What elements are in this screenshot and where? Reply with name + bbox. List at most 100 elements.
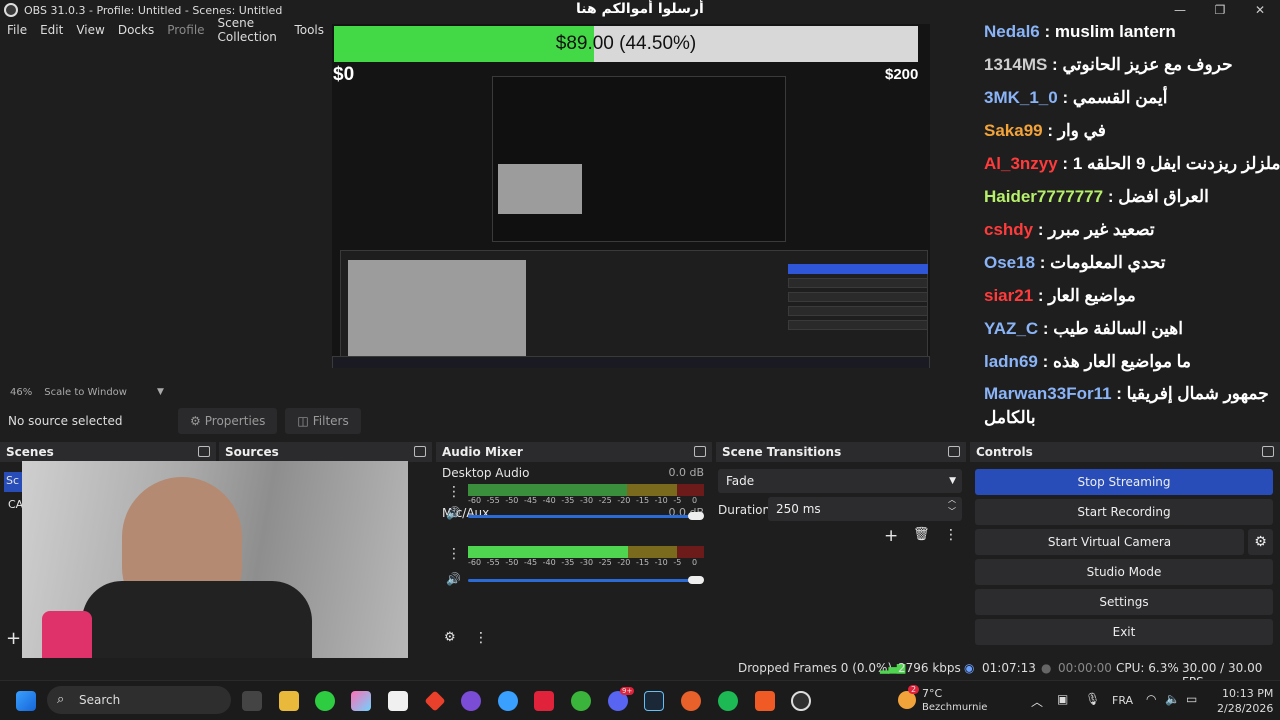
chevron-up-icon[interactable]: ︿ [1031, 693, 1043, 710]
microphone-icon[interactable]: 🎙 [1085, 692, 1100, 706]
transition-select[interactable]: Fade ▼ [718, 469, 962, 493]
language-indicator[interactable]: FRA [1112, 694, 1133, 707]
undock-icon[interactable] [694, 446, 706, 457]
undock-icon[interactable] [1262, 446, 1274, 457]
minimize-button[interactable]: — [1160, 0, 1200, 20]
tray-app-icon[interactable]: ▣ [1057, 692, 1068, 706]
chat-separator: : [1037, 352, 1053, 371]
menu-view[interactable]: View [69, 23, 110, 37]
desktop-audio-volume-slider[interactable] [468, 515, 696, 518]
maximize-button[interactable]: ❐ [1200, 0, 1240, 20]
copilot-icon[interactable] [351, 691, 371, 711]
app-icon[interactable] [534, 691, 554, 711]
meter-yellow [627, 546, 677, 554]
wifi-icon[interactable]: ◠ [1146, 692, 1156, 706]
chat-username: 3MK_1_0 [984, 88, 1058, 107]
menu-profile[interactable]: Profile [160, 23, 210, 37]
app-icon[interactable] [681, 691, 701, 711]
menu-file[interactable]: File [0, 23, 33, 37]
duration-spinbox[interactable]: 250 ms ︿ ﹀ [768, 494, 962, 521]
start-recording-button[interactable]: Start Recording [975, 499, 1273, 525]
store-icon[interactable] [388, 691, 408, 711]
volume-icon[interactable]: 🔈 [1165, 692, 1180, 706]
undock-icon[interactable] [198, 446, 210, 457]
studio-mode-button[interactable]: Studio Mode [975, 559, 1273, 585]
menu-scene-collection[interactable]: Scene Collection [211, 16, 288, 44]
source-toolbar: No source selected ⚙ Properties ◫ Filters [0, 404, 975, 438]
meter-scale-label: -40 [542, 496, 556, 505]
mic-aux-volume-slider[interactable] [468, 579, 696, 582]
chat-separator: : [1038, 319, 1054, 338]
properties-button[interactable]: ⚙ Properties [178, 408, 278, 434]
utorrent-icon[interactable] [571, 691, 591, 711]
zoom-bar: 46% Scale to Window ▼ [0, 384, 330, 400]
clock-time[interactable]: 10:13 PM [1222, 687, 1273, 700]
kebab-menu-icon[interactable]: ⋮ [474, 630, 488, 646]
nested-button [788, 292, 928, 302]
meter-scale-label: -5 [673, 496, 682, 505]
menu-edit[interactable]: Edit [33, 23, 69, 37]
xbox-icon[interactable] [315, 691, 335, 711]
preview-canvas[interactable] [332, 24, 930, 368]
file-explorer-icon[interactable] [279, 691, 299, 711]
desktop-audio-volume-knob[interactable] [688, 512, 704, 520]
stop-streaming-button[interactable]: Stop Streaming [975, 469, 1273, 495]
mic-aux-volume-knob[interactable] [688, 576, 704, 584]
obs-taskbar-icon[interactable] [791, 691, 811, 711]
undock-icon[interactable] [948, 446, 960, 457]
chat-separator: : [1103, 187, 1119, 206]
weather-location: Bezchmurnie [922, 702, 988, 713]
steam-icon[interactable] [644, 691, 664, 711]
obs-logo-icon [4, 3, 18, 17]
scene-item[interactable]: Sc [4, 472, 24, 492]
windows-start-icon[interactable] [16, 691, 36, 711]
meter-scale-label: -50 [505, 558, 519, 567]
record-icon: ● [1041, 661, 1052, 675]
controls-header: Controls [970, 442, 1280, 462]
menu-tools[interactable]: Tools [287, 23, 330, 37]
zoom-mode[interactable]: Scale to Window [44, 387, 127, 398]
menu-docks[interactable]: Docks [111, 23, 160, 37]
battery-icon[interactable]: ▭ [1186, 692, 1197, 706]
speaker-icon[interactable]: 🔊 [446, 506, 461, 520]
title-bar: OBS 31.0.3 - Profile: Untitled - Scenes:… [0, 0, 1280, 20]
weather-badge: 2 [908, 685, 920, 694]
trash-icon[interactable]: 🗑 [913, 527, 930, 542]
taskbar-search[interactable]: ⌕ Search [47, 686, 231, 714]
brave-icon[interactable] [755, 691, 775, 711]
status-bar: Dropped Frames 0 (0.0%) ▂▄▆ 2796 kbps ◉ … [0, 658, 1280, 689]
sources-dock-header: Sources [219, 442, 432, 462]
spotify-icon[interactable] [718, 691, 738, 711]
add-scene-icon[interactable]: + [6, 628, 21, 649]
meter-scale-label: -60 [468, 496, 482, 505]
settings-button[interactable]: Settings [975, 589, 1273, 615]
close-button[interactable]: ✕ [1240, 0, 1280, 20]
exit-button[interactable]: Exit [975, 619, 1273, 645]
speaker-icon[interactable]: 🔊 [446, 572, 461, 586]
kebab-menu-icon[interactable]: ⋮ [447, 546, 461, 562]
app-icon[interactable] [424, 690, 446, 712]
start-virtual-camera-button[interactable]: Start Virtual Camera [975, 529, 1244, 555]
edge-icon[interactable] [498, 691, 518, 711]
chat-text: تحدي المعلومات [1050, 253, 1166, 272]
chat-overlay: Nedal6 : muslim lantern 1314MS : حروف مع … [978, 20, 1280, 432]
kebab-menu-icon[interactable]: ⋮ [944, 527, 958, 543]
add-transition-icon[interactable]: + [884, 526, 898, 546]
chat-app-icon[interactable] [461, 691, 481, 711]
kebab-menu-icon[interactable]: ⋮ [447, 484, 461, 500]
spin-arrows-icon[interactable]: ︿ ﹀ [948, 494, 956, 518]
clock-date[interactable]: 2/28/2026 [1217, 702, 1273, 715]
meter-yellow [627, 484, 677, 492]
scene-item[interactable]: CA [8, 498, 23, 511]
chevron-down-icon: ▼ [949, 476, 956, 486]
undock-icon[interactable] [414, 446, 426, 457]
chat-separator: : [1057, 88, 1073, 107]
chevron-down-icon[interactable]: ▼ [157, 387, 164, 397]
chat-text: حروف مع عزيز الحانوتي [1062, 55, 1233, 74]
mixer-settings-icon[interactable]: ⚙ [444, 630, 456, 645]
virtual-camera-settings-icon[interactable]: ⚙ [1248, 529, 1273, 555]
chat-username: Marwan33For11 [984, 384, 1112, 403]
task-view-icon[interactable] [242, 691, 262, 711]
meter-red [677, 546, 704, 554]
filters-button[interactable]: ◫ Filters [285, 408, 361, 434]
